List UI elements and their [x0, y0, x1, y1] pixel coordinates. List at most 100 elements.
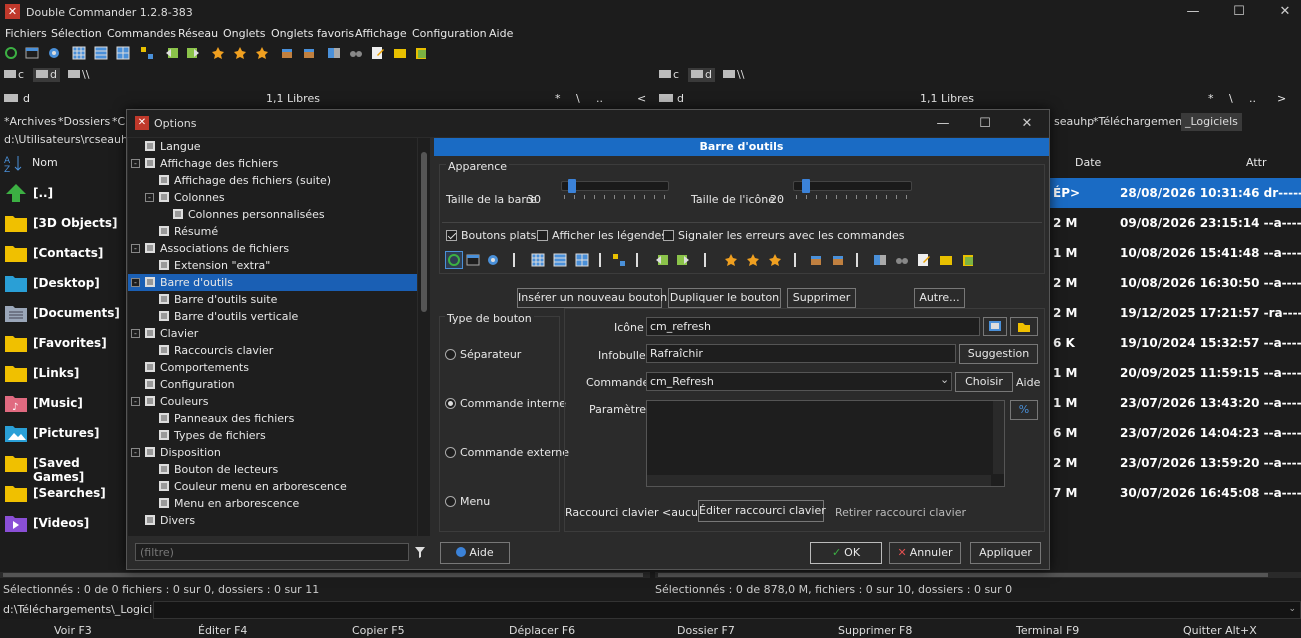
column-name[interactable]: Nom [32, 156, 58, 169]
table-row[interactable]: 1 M 23/07/2026 13:43:20 --a------ [1050, 388, 1301, 418]
menu-affichage[interactable]: Affichage [355, 27, 407, 40]
move-icon[interactable] [233, 46, 249, 62]
preview-brief-view-icon[interactable] [531, 253, 545, 267]
tree-filter-input[interactable]: (filtre) [135, 543, 409, 561]
nav-up-button[interactable]: .. [596, 92, 603, 105]
tree-item[interactable]: Panneaux des fichiers [128, 410, 417, 427]
tree-item[interactable]: Colonnes personnalisées [128, 206, 417, 223]
preview-separator[interactable] [856, 253, 858, 267]
remove-shortcut-button[interactable]: Retirer raccourci clavier [835, 506, 966, 519]
tree-item[interactable]: Langue [128, 138, 417, 155]
tooltip-field[interactable]: Rafraîchir [646, 344, 956, 363]
right-h-scrollbar[interactable] [655, 572, 1301, 578]
filter-icon[interactable] [413, 544, 427, 560]
folder-icon[interactable] [393, 46, 409, 62]
tree-item[interactable]: Menu en arborescence [128, 495, 417, 512]
menu-configuration[interactable]: Configuration [412, 27, 487, 40]
delete-button[interactable]: Supprimer [787, 288, 856, 308]
left-path[interactable]: d:\Utilisateurs\rcseauhp [0, 131, 135, 149]
list-item[interactable]: [Pictures] [0, 418, 130, 448]
compare-icon[interactable] [327, 46, 343, 62]
edit-f4-button[interactable]: Éditer F4 [198, 624, 247, 637]
tree-expander-icon[interactable]: - [131, 278, 140, 287]
preview-separator[interactable] [636, 253, 638, 267]
search-icon[interactable] [349, 46, 365, 62]
nav-history-button[interactable]: < [637, 92, 646, 105]
list-item[interactable]: ♪ [Music] [0, 388, 130, 418]
nav-up-button[interactable]: .. [1249, 92, 1256, 105]
tree-item[interactable]: Résumé [128, 223, 417, 240]
move-f6-button[interactable]: Déplacer F6 [509, 624, 575, 637]
choose-button[interactable]: Choisir [955, 372, 1013, 392]
rename-icon[interactable] [255, 46, 271, 62]
unpack-icon[interactable] [302, 46, 318, 62]
params-v-scrollbar[interactable] [993, 401, 1004, 474]
drive-d-button[interactable]: d [688, 68, 715, 82]
tab-logiciels[interactable]: _Logiciels [1181, 113, 1242, 131]
list-item[interactable]: [Searches] [0, 478, 130, 508]
preview-pack-icon[interactable] [809, 253, 823, 267]
params-textarea[interactable] [646, 400, 1005, 487]
quit-button[interactable]: Quitter Alt+X [1183, 624, 1257, 637]
tab-dossiers[interactable]: *Dossiers [54, 113, 114, 131]
preview-search-icon[interactable] [895, 253, 909, 267]
nav-root-button[interactable]: * [1208, 92, 1214, 105]
type-menu-radio[interactable] [445, 496, 456, 507]
preview-compare-icon[interactable] [873, 253, 887, 267]
tree-item[interactable]: - Associations de fichiers [128, 240, 417, 257]
suggestion-button[interactable]: Suggestion [959, 344, 1038, 364]
tree-expander-icon[interactable]: - [145, 193, 154, 202]
options-icon[interactable] [47, 46, 63, 62]
tree-item[interactable]: Types de fichiers [128, 427, 417, 444]
left-h-scrollbar[interactable] [0, 572, 650, 578]
table-row[interactable]: 2 M 19/12/2025 17:21:57 -ra------ [1050, 298, 1301, 328]
ok-button[interactable]: ✓ OK [810, 542, 882, 564]
dialog-maximize-button[interactable]: ☐ [964, 110, 1006, 137]
table-row[interactable]: 1 M 20/09/2025 11:59:15 --a------ [1050, 358, 1301, 388]
table-row[interactable]: 6 M 23/07/2026 14:04:23 --a------ [1050, 418, 1301, 448]
nav-root-button[interactable]: * [555, 92, 561, 105]
command-select[interactable]: cm_Refresh [646, 372, 952, 391]
dialog-close-button[interactable]: ✕ [1006, 110, 1048, 137]
preview-clipboard-icon[interactable] [961, 253, 975, 267]
variables-icon[interactable]: % [1010, 400, 1038, 420]
table-row[interactable]: 2 M 09/08/2026 23:15:14 --a------ [1050, 208, 1301, 238]
preview-options-icon[interactable] [486, 253, 500, 267]
network-drive-button[interactable]: \\ [68, 68, 89, 82]
tree-item[interactable]: Couleur menu en arborescence [128, 478, 417, 495]
network-drive-button[interactable]: \\ [723, 68, 744, 82]
tree-item[interactable]: Bouton de lecteurs [128, 461, 417, 478]
menu-selection[interactable]: Sélection [51, 27, 102, 40]
tree-item[interactable]: Barre d'outils suite [128, 291, 417, 308]
full-view-icon[interactable] [94, 46, 110, 62]
list-item[interactable]: [Contacts] [0, 238, 130, 268]
duplicate-button[interactable]: Dupliquer le bouton [668, 288, 781, 308]
tree-item[interactable]: - Disposition [128, 444, 417, 461]
brief-view-icon[interactable] [72, 46, 88, 62]
nav-history-button[interactable]: > [1277, 92, 1286, 105]
cancel-button[interactable]: ✕ Annuler [889, 542, 961, 564]
tree-expander-icon[interactable]: - [131, 159, 140, 168]
preview-move-icon[interactable] [746, 253, 760, 267]
tree-item[interactable]: Divers [128, 512, 417, 529]
list-item[interactable]: [Desktop] [0, 268, 130, 298]
icon-field[interactable]: cm_refresh [646, 317, 980, 336]
preview-rename-icon[interactable] [768, 253, 782, 267]
icon-size-thumb[interactable] [802, 179, 810, 193]
tree-expander-icon[interactable]: - [131, 448, 140, 457]
tree-item[interactable]: - Affichage des fichiers [128, 155, 417, 172]
tree-expander-icon[interactable]: - [131, 244, 140, 253]
list-item[interactable]: [Saved Games] [0, 448, 130, 484]
mkdir-f7-button[interactable]: Dossier F7 [677, 624, 735, 637]
nav-backslash-button[interactable]: \ [576, 92, 580, 105]
icon-size-slider[interactable] [793, 181, 912, 191]
show-labels-checkbox[interactable] [537, 230, 548, 241]
tree-item[interactable]: Barre d'outils verticale [128, 308, 417, 325]
apply-button[interactable]: Appliquer [970, 542, 1041, 564]
table-row[interactable]: 1 M 10/08/2026 15:41:48 --a------ [1050, 238, 1301, 268]
tree-item[interactable]: Comportements [128, 359, 417, 376]
tree-item[interactable]: - Clavier [128, 325, 417, 342]
menu-aide[interactable]: Aide [489, 27, 513, 40]
type-external-radio[interactable] [445, 447, 456, 458]
list-item[interactable]: [Links] [0, 358, 130, 388]
